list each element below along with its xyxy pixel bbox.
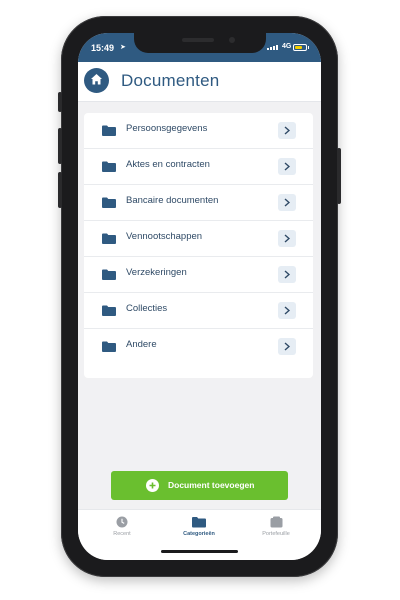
category-row-vennootschappen[interactable]: Vennootschappen <box>84 221 313 257</box>
home-button[interactable] <box>84 68 109 93</box>
home-indicator <box>161 550 238 553</box>
add-document-button[interactable]: Document toevoegen <box>111 471 288 500</box>
add-document-label: Document toevoegen <box>168 480 255 490</box>
status-bar: 15:49 ➤ 4G <box>78 33 321 62</box>
category-row-aktes[interactable]: Aktes en contracten <box>84 149 313 185</box>
notch <box>134 33 266 53</box>
folder-icon <box>102 305 116 316</box>
status-time: 15:49 <box>91 43 115 53</box>
app-header: Documenten <box>78 62 321 102</box>
chevron-button[interactable] <box>278 158 296 175</box>
category-label: Vennootschappen <box>126 231 203 242</box>
chevron-button[interactable] <box>278 302 296 319</box>
battery-icon <box>293 44 309 51</box>
folder-icon <box>102 341 116 352</box>
category-label: Persoonsgegevens <box>126 123 208 134</box>
wallet-icon <box>270 516 282 528</box>
clock-icon <box>116 516 128 528</box>
category-row-verzekeringen[interactable]: Verzekeringen <box>84 257 313 293</box>
chevron-right-icon <box>284 342 290 351</box>
tab-label: Categorieën <box>183 531 215 537</box>
folder-icon <box>192 517 206 528</box>
signal-bars-icon <box>267 45 278 50</box>
chevron-right-icon <box>284 126 290 135</box>
category-label: Aktes en contracten <box>126 159 210 170</box>
page-title: Documenten <box>121 71 220 90</box>
category-row-bancaire[interactable]: Bancaire documenten <box>84 185 313 221</box>
tab-categorieen[interactable]: Categorieën <box>169 516 229 546</box>
tab-label: Portefeuille <box>262 531 290 537</box>
speaker-grille <box>182 38 214 42</box>
category-row-persoonsgegevens[interactable]: Persoonsgegevens <box>84 113 313 149</box>
chevron-button[interactable] <box>278 338 296 355</box>
chevron-right-icon <box>284 198 290 207</box>
category-list: Persoonsgegevens Aktes en contracten Ban… <box>84 113 313 378</box>
chevron-button[interactable] <box>278 194 296 211</box>
folder-icon <box>102 197 116 208</box>
category-label: Collecties <box>126 303 168 314</box>
home-icon <box>91 74 102 85</box>
chevron-right-icon <box>284 270 290 279</box>
mute-switch <box>58 92 62 112</box>
network-type: 4G <box>282 43 292 50</box>
folder-icon <box>102 233 116 244</box>
chevron-right-icon <box>284 162 290 171</box>
chevron-button[interactable] <box>278 122 296 139</box>
category-row-collecties[interactable]: Collecties <box>84 293 313 329</box>
chevron-right-icon <box>284 306 290 315</box>
tab-recent[interactable]: Recent <box>92 516 152 546</box>
tab-portefeuille[interactable]: Portefeuille <box>246 516 306 546</box>
front-camera <box>229 37 235 43</box>
chevron-button[interactable] <box>278 266 296 283</box>
category-label: Andere <box>126 339 157 350</box>
category-row-andere[interactable]: Andere <box>84 329 313 365</box>
folder-icon <box>102 161 116 172</box>
category-label: Verzekeringen <box>126 267 187 278</box>
category-label: Bancaire documenten <box>126 195 219 206</box>
app-screen: 15:49 ➤ 4G Documenten Persoonsgegevens A… <box>78 33 321 560</box>
volume-down-button <box>58 172 62 208</box>
power-button <box>337 148 341 204</box>
tab-label: Recent <box>113 531 131 537</box>
chevron-button[interactable] <box>278 230 296 247</box>
plus-circle-icon <box>146 479 159 492</box>
folder-icon <box>102 269 116 280</box>
chevron-right-icon <box>284 234 290 243</box>
volume-up-button <box>58 128 62 164</box>
location-arrow-icon: ➤ <box>120 44 126 51</box>
folder-icon <box>102 125 116 136</box>
